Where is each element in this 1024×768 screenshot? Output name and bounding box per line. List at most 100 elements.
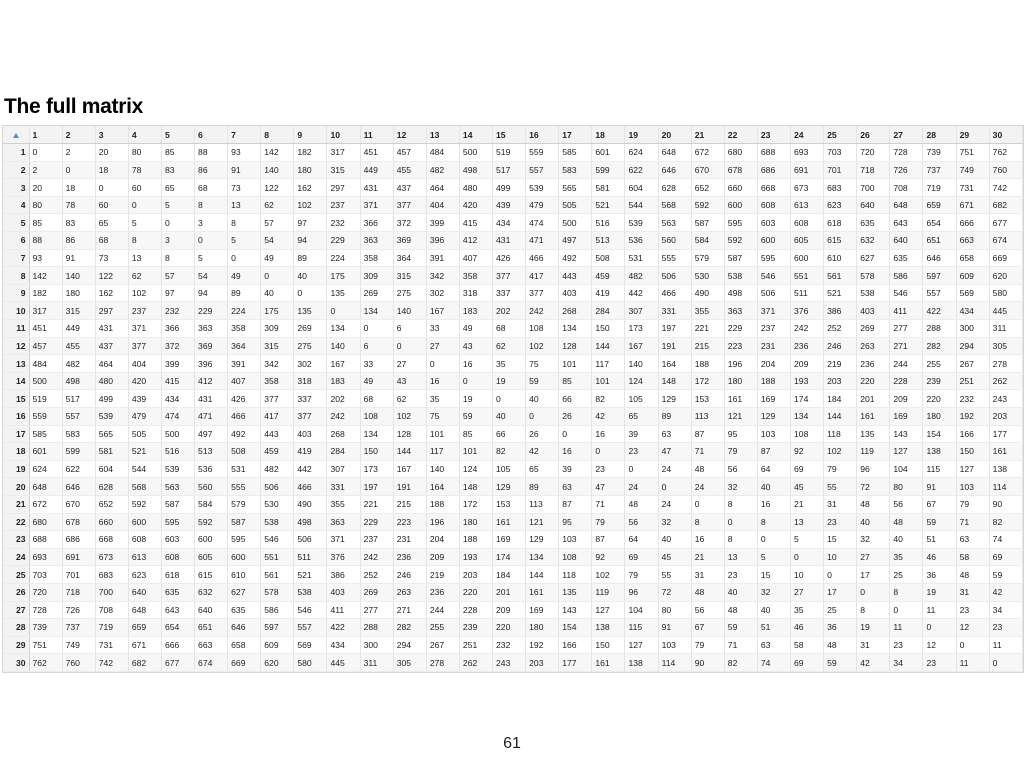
matrix-cell: 0 (128, 196, 162, 215)
matrix-cell: 431 (194, 389, 229, 408)
matrix-corner-header[interactable] (3, 126, 30, 145)
matrix-cell: 16 (591, 425, 626, 444)
matrix-cell: 668 (757, 178, 792, 197)
matrix-cell: 23 (624, 442, 659, 461)
matrix-cell: 505 (558, 196, 593, 215)
matrix-cell: 236 (856, 354, 891, 373)
column-header[interactable]: 23 (757, 126, 792, 145)
matrix-cell: 560 (194, 477, 229, 496)
matrix-cell: 89 (658, 407, 692, 426)
table-row: 8 142 140 122 62 57 54 49 0 40 175 309 315 342 358 377 4… (3, 266, 1024, 285)
column-header[interactable]: 6 (194, 126, 229, 145)
matrix-cell: 451 (360, 143, 394, 162)
matrix-cell: 680 (29, 513, 63, 532)
column-header[interactable]: 21 (691, 126, 725, 145)
row-header: 8 (3, 266, 30, 285)
column-header[interactable]: 19 (624, 126, 659, 145)
matrix-cell: 559 (29, 407, 63, 426)
matrix-cell: 72 (658, 583, 692, 602)
column-header[interactable]: 17 (558, 126, 593, 145)
matrix-cell: 437 (393, 178, 427, 197)
column-header[interactable]: 18 (591, 126, 626, 145)
matrix-cell: 85 (29, 213, 63, 233)
column-header[interactable]: 16 (525, 126, 560, 145)
column-header[interactable]: 13 (426, 126, 460, 145)
matrix-cell: 74 (989, 530, 1024, 549)
matrix-cell: 659 (128, 618, 162, 637)
matrix-cell: 86 (62, 231, 96, 250)
column-header[interactable]: 26 (856, 126, 891, 145)
column-header[interactable]: 1 (29, 126, 63, 145)
matrix-cell: 718 (62, 583, 96, 602)
matrix-cell: 531 (624, 249, 659, 268)
matrix-cell: 557 (922, 284, 957, 303)
matrix-cell: 500 (161, 425, 196, 444)
column-header[interactable]: 4 (128, 126, 162, 145)
matrix-cell: 49 (360, 372, 394, 391)
column-header[interactable]: 9 (293, 126, 328, 145)
matrix-cell: 48 (624, 495, 659, 514)
slide-title: The full matrix (4, 95, 144, 118)
matrix-cell: 305 (989, 337, 1024, 356)
table-row: 15 519 517 499 439 434 431 426 377 337 202 68 62 35 19… (3, 389, 1024, 408)
matrix-cell: 651 (922, 231, 957, 250)
matrix-cell: 228 (459, 601, 494, 620)
matrix-cell: 403 (856, 301, 891, 321)
column-header[interactable]: 8 (260, 126, 295, 145)
matrix-cell: 581 (591, 178, 626, 197)
column-header[interactable]: 3 (95, 126, 129, 145)
column-header[interactable]: 7 (227, 126, 262, 145)
matrix-cell: 143 (558, 601, 593, 620)
matrix-cell: 33 (360, 354, 394, 373)
matrix-cell: 680 (724, 143, 758, 162)
matrix-cell: 180 (459, 513, 494, 532)
matrix-cell: 484 (426, 143, 460, 162)
column-header[interactable]: 2 (62, 126, 96, 145)
matrix-cell: 516 (161, 442, 196, 461)
column-header[interactable]: 29 (956, 126, 990, 145)
column-header[interactable]: 28 (922, 126, 957, 145)
matrix-cell: 557 (525, 161, 560, 180)
matrix-cell: 122 (95, 266, 129, 285)
matrix-cell: 65 (525, 460, 560, 479)
matrix-cell: 726 (889, 161, 924, 180)
matrix-cell: 555 (658, 249, 692, 268)
matrix-cell: 172 (459, 495, 494, 514)
column-header[interactable]: 14 (459, 126, 494, 145)
matrix-cell: 103 (558, 530, 593, 549)
column-header[interactable]: 15 (492, 126, 527, 145)
column-header[interactable]: 22 (724, 126, 758, 145)
table-row: 22 680 678 660 600 595 592 587 538 498 363 229 223 19… (3, 513, 1024, 532)
matrix-cell: 262 (989, 372, 1024, 391)
matrix-cell: 546 (889, 284, 924, 303)
matrix-cell: 103 (956, 477, 990, 496)
matrix-cell: 686 (757, 161, 792, 180)
column-header[interactable]: 12 (393, 126, 427, 145)
matrix-cell: 68 (95, 231, 129, 250)
matrix-cell: 71 (691, 442, 725, 461)
column-header[interactable]: 27 (889, 126, 924, 145)
column-header[interactable]: 24 (790, 126, 825, 145)
column-header[interactable]: 25 (823, 126, 858, 145)
matrix-cell: 608 (161, 548, 196, 567)
matrix-cell: 232 (161, 301, 196, 321)
matrix-cell: 597 (260, 618, 295, 637)
matrix-cell: 592 (128, 495, 162, 514)
matrix-cell: 700 (856, 178, 891, 197)
sort-ascending-icon[interactable] (12, 132, 19, 138)
column-header[interactable]: 10 (326, 126, 361, 145)
matrix-cell: 88 (29, 231, 63, 250)
column-header[interactable]: 11 (360, 126, 394, 145)
matrix-cell: 585 (558, 143, 593, 162)
matrix-cell: 197 (658, 319, 692, 338)
matrix-cell: 377 (293, 407, 328, 426)
matrix-cell: 307 (326, 460, 361, 479)
column-header[interactable]: 30 (989, 126, 1024, 145)
column-header[interactable]: 20 (658, 126, 692, 145)
matrix-cell: 10 (823, 548, 858, 567)
matrix-cell: 63 (956, 530, 990, 549)
matrix-cell: 688 (757, 143, 792, 162)
matrix-cell: 138 (989, 460, 1024, 479)
matrix-cell: 482 (426, 161, 460, 180)
column-header[interactable]: 5 (161, 126, 196, 145)
